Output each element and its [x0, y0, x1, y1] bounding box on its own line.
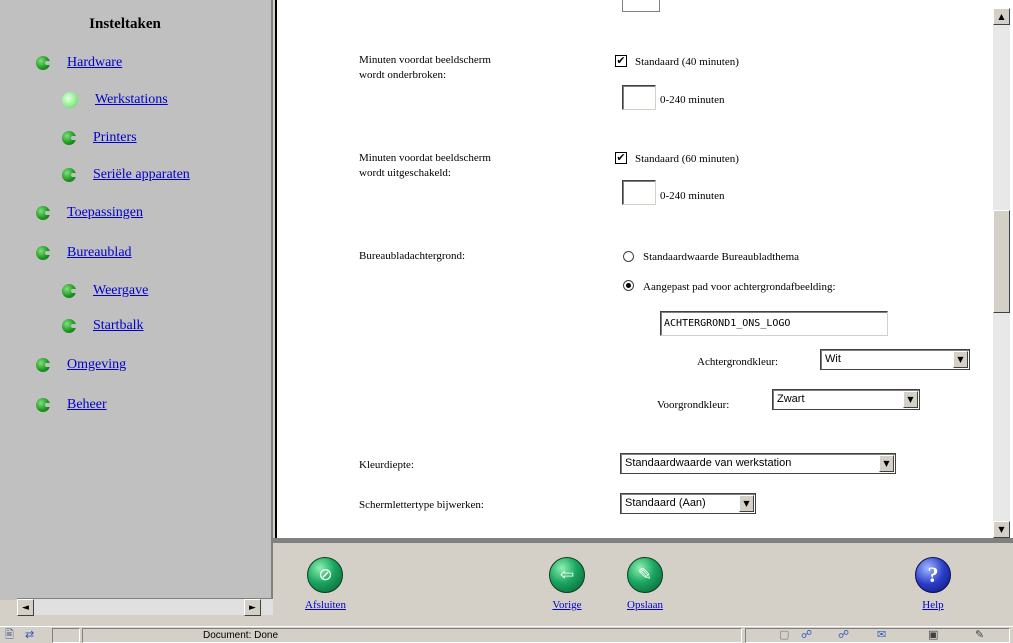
edit-icon: ✎ — [975, 628, 985, 641]
help-button[interactable]: ? Help — [915, 557, 951, 611]
font-update-label: Schermlettertype bijwerken: — [359, 499, 484, 511]
sidebar-item-label[interactable]: Bureaublad — [67, 245, 132, 261]
scroll-down-button[interactable]: ▼ — [993, 521, 1010, 538]
font-update-value: Standaard (Aan) — [625, 497, 706, 509]
off-minutes-range: 0-240 minuten — [660, 190, 725, 202]
sidebar-item-weergave[interactable]: Weergave — [62, 283, 148, 299]
green-bullet-icon — [62, 131, 77, 145]
mail-icon: ✉ — [877, 628, 887, 641]
color-depth-select[interactable]: Standaardwaarde van werkstation ▼ — [620, 453, 896, 474]
blank-screen-label-line1: Minuten voordat beeldscherm — [359, 54, 491, 66]
sidebar-item-label[interactable]: Toepassingen — [67, 205, 143, 221]
sidebar-item-startbalk[interactable]: Startbalk — [62, 318, 144, 334]
background-color-label: Achtergrondkleur: — [697, 356, 779, 368]
sidebar-item-werkstations[interactable]: Werkstations — [62, 92, 168, 108]
color-depth-value: Standaardwaarde van werkstation — [625, 457, 792, 469]
close-button-label[interactable]: Afsluiten — [305, 599, 346, 611]
back-button[interactable]: ⇦ Vorige — [549, 557, 585, 611]
background-default-radio-label: Standaardwaarde Bureaubladthema — [643, 251, 800, 263]
vertical-scrollbar-thumb[interactable] — [993, 210, 1010, 313]
sidebar-item-seriele-apparaten[interactable]: Seriële apparaten — [62, 167, 190, 183]
monitor-icon: ▣ — [928, 628, 939, 641]
blank-minutes-input[interactable] — [622, 85, 656, 110]
page-icon: 🖹 — [5, 628, 14, 641]
sidebar-item-label[interactable]: Werkstations — [95, 92, 168, 108]
green-bullet-icon — [36, 358, 51, 372]
scroll-left-button[interactable]: ◄ — [17, 599, 34, 616]
dropdown-arrow-icon[interactable]: ▼ — [903, 391, 918, 408]
sidebar: Insteltaken Hardware Werkstations Printe… — [0, 0, 273, 600]
sidebar-item-omgeving[interactable]: Omgeving — [36, 357, 126, 373]
online-icon: ☍ — [838, 628, 850, 641]
back-arrow-icon[interactable]: ⇦ — [549, 557, 585, 593]
save-button[interactable]: ✎ Opslaan — [627, 557, 663, 611]
green-bullet-icon — [62, 284, 77, 298]
off-screen-label-line2: wordt uitgeschakeld: — [359, 167, 451, 179]
background-default-radio[interactable] — [623, 251, 634, 262]
off-default-checkbox[interactable]: ✔ — [615, 152, 627, 164]
connection-icon: ⇄ — [25, 628, 35, 641]
blank-default-checkbox-label: Standaard (40 minuten) — [635, 56, 739, 68]
blank-screen-label-line2: wordt onderbroken: — [359, 69, 447, 81]
dropdown-arrow-icon[interactable]: ▼ — [953, 351, 968, 368]
settings-form: Minuten voordat beeldscherm wordt onderb… — [275, 0, 1013, 538]
blank-minutes-range: 0-240 minuten — [660, 94, 725, 106]
help-icon[interactable]: ? — [915, 557, 951, 593]
scroll-right-button[interactable]: ► — [244, 599, 261, 616]
dropdown-arrow-icon[interactable]: ▼ — [739, 495, 754, 512]
sidebar-item-hardware[interactable]: Hardware — [36, 55, 122, 71]
status-text: Document: Done — [82, 628, 742, 643]
background-custom-radio-label: Aangepast pad voor achtergrondafbeelding… — [643, 281, 836, 293]
green-bullet-icon — [62, 319, 77, 333]
dropdown-arrow-icon[interactable]: ▼ — [879, 455, 894, 472]
partial-input-above[interactable] — [622, 0, 660, 12]
foreground-color-label: Voorgrondkleur: — [657, 399, 730, 411]
scroll-up-button[interactable]: ▲ — [993, 8, 1010, 25]
back-button-label[interactable]: Vorige — [552, 599, 581, 611]
off-screen-label-line1: Minuten voordat beeldscherm — [359, 152, 491, 164]
background-path-input[interactable]: ACHTERGROND1_ONS_LOGO — [660, 311, 888, 336]
active-bullet-icon — [62, 92, 78, 108]
background-color-select[interactable]: Wit ▼ — [820, 349, 970, 370]
green-bullet-icon — [36, 246, 51, 260]
background-custom-radio[interactable] — [623, 280, 634, 291]
green-bullet-icon — [36, 56, 51, 70]
progress-cell — [52, 628, 80, 643]
sidebar-item-label[interactable]: Beheer — [67, 397, 107, 413]
green-bullet-icon — [62, 168, 77, 182]
color-depth-label: Kleurdiepte: — [359, 459, 414, 471]
sidebar-horizontal-scrollbar[interactable]: ◄ ► — [17, 598, 273, 616]
off-default-checkbox-label: Standaard (60 minuten) — [635, 153, 739, 165]
sidebar-item-printers[interactable]: Printers — [62, 130, 137, 146]
blank-default-checkbox[interactable]: ✔ — [615, 55, 627, 67]
sidebar-item-label[interactable]: Hardware — [67, 55, 122, 71]
close-button[interactable]: ⊘ Afsluiten — [305, 557, 346, 611]
security-icon: ▢ — [779, 628, 790, 641]
font-update-select[interactable]: Standaard (Aan) ▼ — [620, 493, 756, 514]
foreground-color-select[interactable]: Zwart ▼ — [772, 389, 920, 410]
green-bullet-icon — [36, 398, 51, 412]
background-label: Bureaubladachtergrond: — [359, 250, 466, 262]
save-icon[interactable]: ✎ — [627, 557, 664, 593]
sidebar-item-beheer[interactable]: Beheer — [36, 397, 107, 413]
off-minutes-input[interactable] — [622, 180, 656, 205]
close-icon[interactable]: ⊘ — [307, 557, 344, 593]
sidebar-item-toepassingen[interactable]: Toepassingen — [36, 205, 143, 221]
network-icon: ☍ — [801, 628, 813, 641]
bottom-toolbar: ⊘ Afsluiten ⇦ Vorige ✎ Opslaan ? Help — [273, 538, 1013, 626]
sidebar-item-label[interactable]: Startbalk — [93, 318, 144, 334]
green-bullet-icon — [36, 206, 51, 220]
sidebar-item-label[interactable]: Weergave — [93, 283, 148, 299]
background-color-value: Wit — [825, 353, 841, 365]
foreground-color-value: Zwart — [777, 393, 805, 405]
sidebar-item-label[interactable]: Printers — [93, 130, 137, 146]
help-button-label[interactable]: Help — [922, 599, 943, 611]
sidebar-item-label[interactable]: Omgeving — [67, 357, 126, 373]
save-button-label[interactable]: Opslaan — [627, 599, 663, 611]
sidebar-title: Insteltaken — [89, 16, 161, 32]
status-bar: 🖹 ⇄ Document: Done ▢ ☍ ☍ ✉ ▣ ✎ — [0, 626, 1013, 643]
sidebar-item-label[interactable]: Seriële apparaten — [93, 167, 190, 183]
sidebar-item-bureaublad[interactable]: Bureaublad — [36, 245, 132, 261]
